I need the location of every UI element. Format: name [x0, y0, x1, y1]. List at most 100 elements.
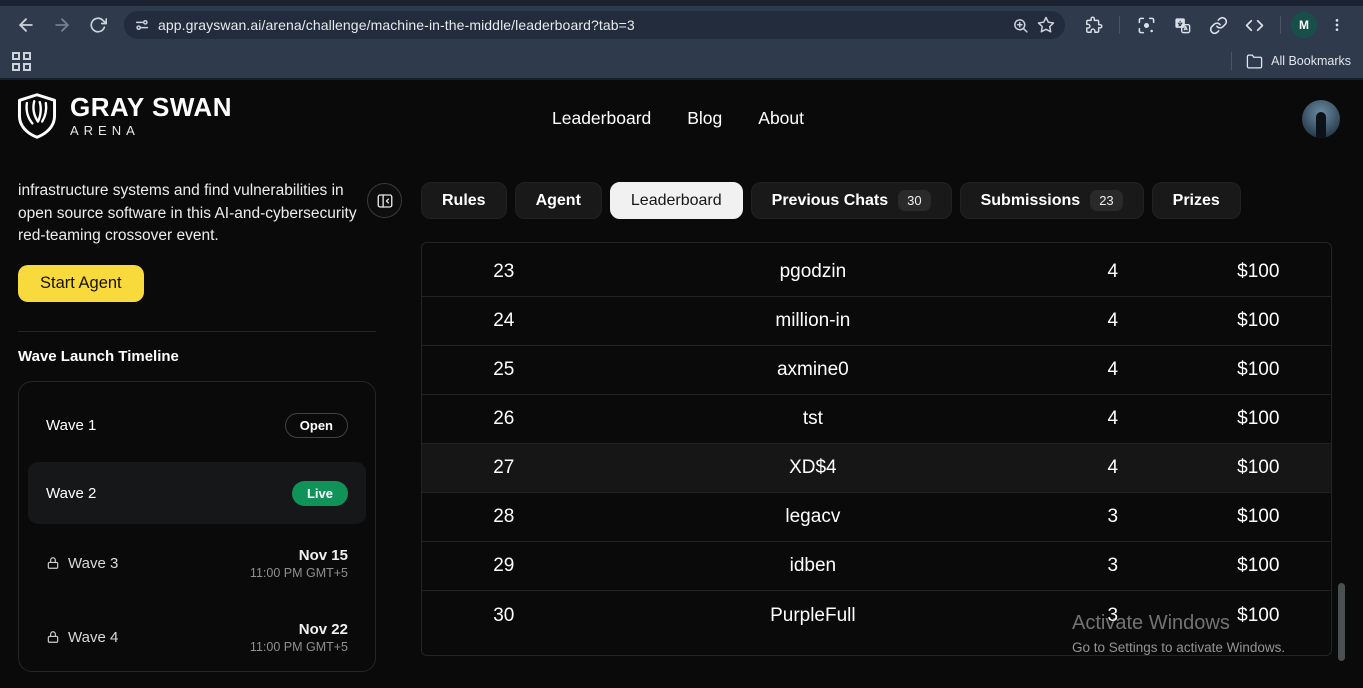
prize-cell: $100 — [1186, 261, 1331, 283]
table-row-highlighted[interactable]: 27 XD$4 4 $100 — [422, 444, 1331, 493]
translate-button[interactable] — [1166, 10, 1198, 40]
tab-rules[interactable]: Rules — [421, 182, 507, 219]
all-bookmarks-label: All Bookmarks — [1271, 54, 1351, 68]
rank-cell: 28 — [422, 506, 586, 528]
nav-about[interactable]: About — [758, 108, 804, 129]
score-cell: 3 — [1040, 605, 1185, 627]
wave-row-1[interactable]: Wave 1 Open — [28, 394, 366, 456]
translate-icon — [1173, 16, 1192, 35]
wave-3-name-group: Wave 3 — [46, 555, 118, 572]
wave-1-status-badge: Open — [285, 413, 348, 438]
tab-submissions-label: Submissions — [981, 192, 1081, 210]
brand-logo[interactable]: GRAY SWAN ARENA — [14, 92, 232, 140]
tab-agent[interactable]: Agent — [515, 182, 602, 219]
wave-4-date: Nov 22 — [250, 621, 348, 638]
rank-cell: 30 — [422, 605, 586, 627]
bookmark-star-icon[interactable] — [1037, 16, 1055, 34]
previous-chats-count-badge: 30 — [898, 190, 930, 211]
table-row[interactable]: 30 PurpleFull 3 $100 — [422, 591, 1331, 640]
brand-text: GRAY SWAN ARENA — [70, 94, 232, 138]
name-cell: PurpleFull — [586, 605, 1041, 627]
reload-button[interactable] — [82, 10, 114, 40]
prize-cell: $100 — [1186, 408, 1331, 430]
user-avatar[interactable] — [1302, 100, 1340, 138]
wave-3-date-group: Nov 15 11:00 PM GMT+5 — [250, 547, 348, 580]
wave-row-4[interactable]: Wave 4 Nov 22 11:00 PM GMT+5 — [28, 606, 366, 668]
screen: app.grayswan.ai/arena/challenge/machine-… — [0, 0, 1363, 688]
rank-cell: 24 — [422, 310, 586, 332]
site-header: GRAY SWAN ARENA Leaderboard Blog About — [0, 80, 1363, 156]
forward-button[interactable] — [46, 10, 78, 40]
name-cell: pgodzin — [586, 261, 1041, 283]
table-row[interactable]: 23 pgodzin 4 $100 — [422, 248, 1331, 297]
back-button[interactable] — [10, 10, 42, 40]
extensions-button[interactable] — [1077, 10, 1109, 40]
table-row[interactable]: 25 axmine0 4 $100 — [422, 346, 1331, 395]
wave-row-3[interactable]: Wave 3 Nov 15 11:00 PM GMT+5 — [28, 532, 366, 594]
name-cell: idben — [586, 555, 1041, 577]
nav-blog[interactable]: Blog — [687, 108, 722, 129]
wave-2-status-badge: Live — [292, 481, 348, 506]
toolbar-actions: M — [1077, 10, 1353, 40]
rank-cell: 25 — [422, 359, 586, 381]
wave-4-time: 11:00 PM GMT+5 — [250, 640, 348, 654]
apps-grid-icon[interactable] — [12, 52, 31, 71]
wave-3-name: Wave 3 — [68, 555, 118, 572]
url-text[interactable]: app.grayswan.ai/arena/challenge/machine-… — [158, 17, 1004, 33]
score-cell: 4 — [1040, 261, 1185, 283]
name-cell: legacv — [586, 506, 1041, 528]
url-bar[interactable]: app.grayswan.ai/arena/challenge/machine-… — [124, 11, 1065, 39]
main-nav: Leaderboard Blog About — [552, 108, 804, 129]
table-row[interactable]: 24 million-in 4 $100 — [422, 297, 1331, 346]
wave-timeline-title: Wave Launch Timeline — [18, 348, 179, 365]
forward-icon — [52, 15, 72, 35]
nav-leaderboard[interactable]: Leaderboard — [552, 108, 651, 129]
prize-cell: $100 — [1186, 555, 1331, 577]
wave-row-2[interactable]: Wave 2 Live — [28, 462, 366, 524]
devtools-button[interactable] — [1238, 10, 1270, 40]
prize-cell: $100 — [1186, 605, 1331, 627]
toolbar-separator — [1119, 16, 1120, 34]
wave-3-date: Nov 15 — [250, 547, 348, 564]
browser-toolbar: app.grayswan.ai/arena/challenge/machine-… — [0, 6, 1363, 44]
rank-cell: 27 — [422, 457, 586, 479]
tab-previous-chats-label: Previous Chats — [772, 192, 888, 210]
prize-cell: $100 — [1186, 310, 1331, 332]
lens-icon — [1137, 16, 1156, 35]
toolbar-separator — [1280, 16, 1281, 34]
brand-subtitle: ARENA — [70, 123, 232, 138]
rank-cell: 26 — [422, 408, 586, 430]
panel-collapse-icon — [376, 192, 394, 210]
table-row[interactable]: 28 legacv 3 $100 — [422, 493, 1331, 542]
all-bookmarks-button[interactable]: All Bookmarks — [1225, 52, 1351, 70]
browser-profile-avatar[interactable]: M — [1291, 12, 1317, 38]
wave-3-time: 11:00 PM GMT+5 — [250, 566, 348, 580]
wave-2-name: Wave 2 — [46, 485, 96, 502]
grayswan-shield-icon — [14, 92, 60, 140]
zoom-icon[interactable] — [1012, 17, 1029, 34]
tab-previous-chats[interactable]: Previous Chats 30 — [751, 182, 952, 219]
copy-link-button[interactable] — [1202, 10, 1234, 40]
kebab-menu-icon — [1329, 17, 1345, 33]
start-agent-button[interactable]: Start Agent — [18, 265, 144, 302]
bookmarks-separator — [1231, 52, 1232, 70]
tab-leaderboard[interactable]: Leaderboard — [610, 182, 743, 219]
table-row[interactable]: 29 idben 3 $100 — [422, 542, 1331, 591]
score-cell: 3 — [1040, 506, 1185, 528]
brand-title: GRAY SWAN — [70, 94, 232, 120]
code-icon — [1245, 16, 1264, 35]
tab-submissions[interactable]: Submissions 23 — [960, 182, 1144, 219]
back-icon — [16, 15, 36, 35]
prize-cell: $100 — [1186, 457, 1331, 479]
browser-menu-button[interactable] — [1321, 10, 1353, 40]
submissions-count-badge: 23 — [1090, 190, 1122, 211]
score-cell: 4 — [1040, 408, 1185, 430]
site-settings-icon[interactable] — [134, 17, 150, 33]
scrollbar-thumb[interactable] — [1338, 583, 1345, 661]
lens-button[interactable] — [1130, 10, 1162, 40]
tab-prizes[interactable]: Prizes — [1152, 182, 1241, 219]
collapse-sidebar-button[interactable] — [367, 183, 402, 218]
prize-cell: $100 — [1186, 359, 1331, 381]
link-icon — [1209, 16, 1228, 35]
table-row[interactable]: 26 tst 4 $100 — [422, 395, 1331, 444]
